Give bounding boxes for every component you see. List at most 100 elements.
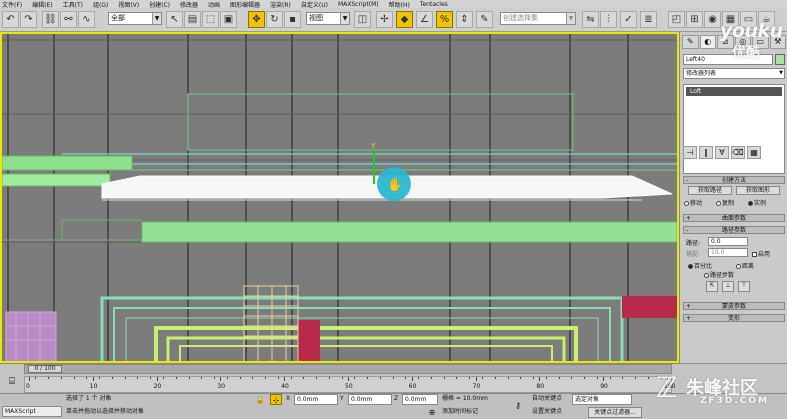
ruler-minor-tick: [596, 377, 598, 379]
enable-checkbox-box: [752, 252, 757, 257]
reference-coord-dropdown[interactable]: 视图 ▼: [306, 12, 350, 25]
x-coord-input[interactable]: 0.0mm: [294, 394, 338, 405]
named-selection-input[interactable]: 创建选择集 ▼: [500, 12, 576, 25]
curve-editor-icon[interactable]: ◰: [668, 11, 685, 28]
move-icon[interactable]: ✥: [248, 11, 265, 28]
track-bar-icon[interactable]: ⌸: [4, 376, 20, 390]
show-end-result-icon[interactable]: ‖: [699, 146, 713, 159]
snap-icon[interactable]: ◆: [396, 11, 413, 28]
pick-shape-icon[interactable]: ⇱: [706, 281, 718, 292]
next-shape-icon[interactable]: ⊤: [738, 281, 750, 292]
add-time-tag-text[interactable]: 添加时间标记: [442, 407, 478, 417]
rollout-skin-params[interactable]: + 蒙皮参数: [683, 302, 785, 310]
main-toolbar: ↶ ↷ ⛓ ⚯ ∿ 全部 ▼ ↖ ▤ ⬚ ▣ ✥ ↻ ▪ 视图 ▼ ◫ ✢ ◆ ∠ …: [0, 8, 787, 32]
ruler-minor-tick: [226, 377, 228, 379]
prev-shape-icon[interactable]: ⊥: [722, 281, 734, 292]
layer-icon[interactable]: ≣: [640, 11, 657, 28]
ruler-tick: [603, 377, 605, 381]
pin-stack-icon[interactable]: ⊣: [683, 146, 697, 159]
enable-checkbox[interactable]: 启用: [752, 249, 770, 258]
ruler-tick-label: 40: [281, 383, 289, 390]
undo-icon[interactable]: ↶: [2, 11, 19, 28]
tab-modify-icon[interactable]: ◐: [699, 35, 716, 49]
modifier-stack[interactable]: Loft: [683, 84, 785, 174]
z-coord-input[interactable]: 0.0mm: [402, 394, 438, 405]
radio-path-steps-dot: [704, 273, 709, 278]
manipulate-icon[interactable]: ✢: [376, 11, 393, 28]
rollout-deformation[interactable]: + 变形: [683, 314, 785, 322]
get-path-button[interactable]: 获取路径: [688, 186, 732, 195]
radio-percentage[interactable]: 百分比: [688, 261, 712, 270]
radio-distance[interactable]: 距离: [736, 261, 754, 270]
select-link-icon[interactable]: ⛓: [42, 11, 59, 28]
rollout-creation-method[interactable]: - 创建方法: [683, 176, 785, 184]
snap-value-input[interactable]: 10.0: [708, 248, 748, 257]
radio-distance-label: 距离: [742, 263, 755, 270]
path-label: 路径:: [686, 240, 701, 247]
ruler-tick-label: 50: [345, 383, 353, 390]
key-icon[interactable]: ⚷: [510, 400, 526, 411]
get-shape-button[interactable]: 获取图形: [736, 186, 780, 195]
rollout-path-params[interactable]: - 路径参数: [683, 226, 785, 234]
path-value-input[interactable]: 0.0: [708, 237, 748, 246]
redo-icon[interactable]: ↷: [20, 11, 37, 28]
lock-selection-icon[interactable]: 🔒: [254, 394, 266, 405]
radio-instance[interactable]: 实例: [748, 198, 766, 207]
unlink-icon[interactable]: ⚯: [60, 11, 77, 28]
expand-icon: +: [686, 215, 692, 222]
select-by-name-icon[interactable]: ▤: [184, 11, 201, 28]
set-key-button[interactable]: 设置关键点: [532, 407, 562, 417]
ruler-minor-tick: [571, 377, 573, 379]
remove-modifier-icon[interactable]: ⌫: [731, 146, 745, 159]
window-crossing-icon[interactable]: ▣: [220, 11, 237, 28]
radio-move[interactable]: 移动: [684, 198, 702, 207]
ruler-minor-tick: [545, 377, 547, 379]
spinner-snap-icon[interactable]: ⇕: [456, 11, 473, 28]
configure-sets-icon[interactable]: ▦: [747, 146, 761, 159]
rollout-surface-params-title: 曲面参数: [721, 215, 746, 222]
mirror-icon[interactable]: ⇋: [582, 11, 599, 28]
object-color-swatch[interactable]: [775, 54, 785, 65]
rect-region-icon[interactable]: ⬚: [202, 11, 219, 28]
auto-key-button[interactable]: 自动关键点: [532, 394, 562, 404]
align-icon[interactable]: ⫶: [600, 11, 617, 28]
radio-path-steps[interactable]: 路径步数: [704, 270, 734, 279]
ruler-minor-tick: [252, 377, 254, 379]
percent-snap-icon[interactable]: %: [436, 11, 453, 28]
ruler-tick-label: 20: [153, 383, 162, 390]
stack-item-loft[interactable]: Loft: [686, 87, 782, 96]
track-bar[interactable]: 0 10 20 30 40 50 60 70 80 90 100: [24, 376, 675, 393]
menu-tentacles[interactable]: Tentacles: [420, 1, 448, 8]
selected-object-dropdown[interactable]: 选定对象: [572, 394, 632, 405]
absolute-mode-icon[interactable]: ⊹: [270, 394, 282, 405]
menu-maxscript[interactable]: MAXScript(M): [338, 1, 379, 8]
bind-spacewarp-icon[interactable]: ∿: [78, 11, 95, 28]
selection-filter-dropdown[interactable]: 全部 ▼: [108, 12, 162, 25]
pivot-icon[interactable]: ◫: [354, 11, 371, 28]
tab-create-icon[interactable]: ✎: [682, 35, 699, 49]
schematic-icon[interactable]: ⊞: [686, 11, 703, 28]
material-editor-icon[interactable]: ◉: [704, 11, 721, 28]
y-coord-input[interactable]: 0.0mm: [348, 394, 392, 405]
ruler-tick: [29, 377, 30, 381]
viewport-left[interactable]: Y ✋: [0, 32, 679, 363]
time-tag-icon[interactable]: ⊕: [426, 407, 438, 418]
make-unique-icon[interactable]: ∀: [715, 146, 729, 159]
rotate-icon[interactable]: ↻: [266, 11, 283, 28]
quick-align-icon[interactable]: ✓: [620, 11, 637, 28]
maxscript-listener[interactable]: MAXScript: [2, 406, 62, 417]
select-icon[interactable]: ↖: [166, 11, 183, 28]
rollout-surface-params[interactable]: + 曲面参数: [683, 214, 785, 222]
radio-copy[interactable]: 复制: [716, 198, 734, 207]
time-slider-thumb[interactable]: 0 / 100: [28, 365, 62, 373]
frame-yellowgreen-2: [166, 336, 566, 361]
edit-named-sel-icon[interactable]: ✎: [476, 11, 493, 28]
time-slider[interactable]: 0 / 100: [24, 364, 672, 374]
key-filters-button[interactable]: 关键点过滤器...: [588, 407, 642, 418]
ruler-minor-tick: [622, 377, 624, 379]
modifier-list-dropdown[interactable]: 修改器列表 ▼: [683, 68, 785, 79]
scale-icon[interactable]: ▪: [284, 11, 301, 28]
ruler-minor-tick: [481, 377, 483, 379]
angle-snap-icon[interactable]: ∠: [416, 11, 433, 28]
ruler-minor-tick: [494, 377, 496, 379]
